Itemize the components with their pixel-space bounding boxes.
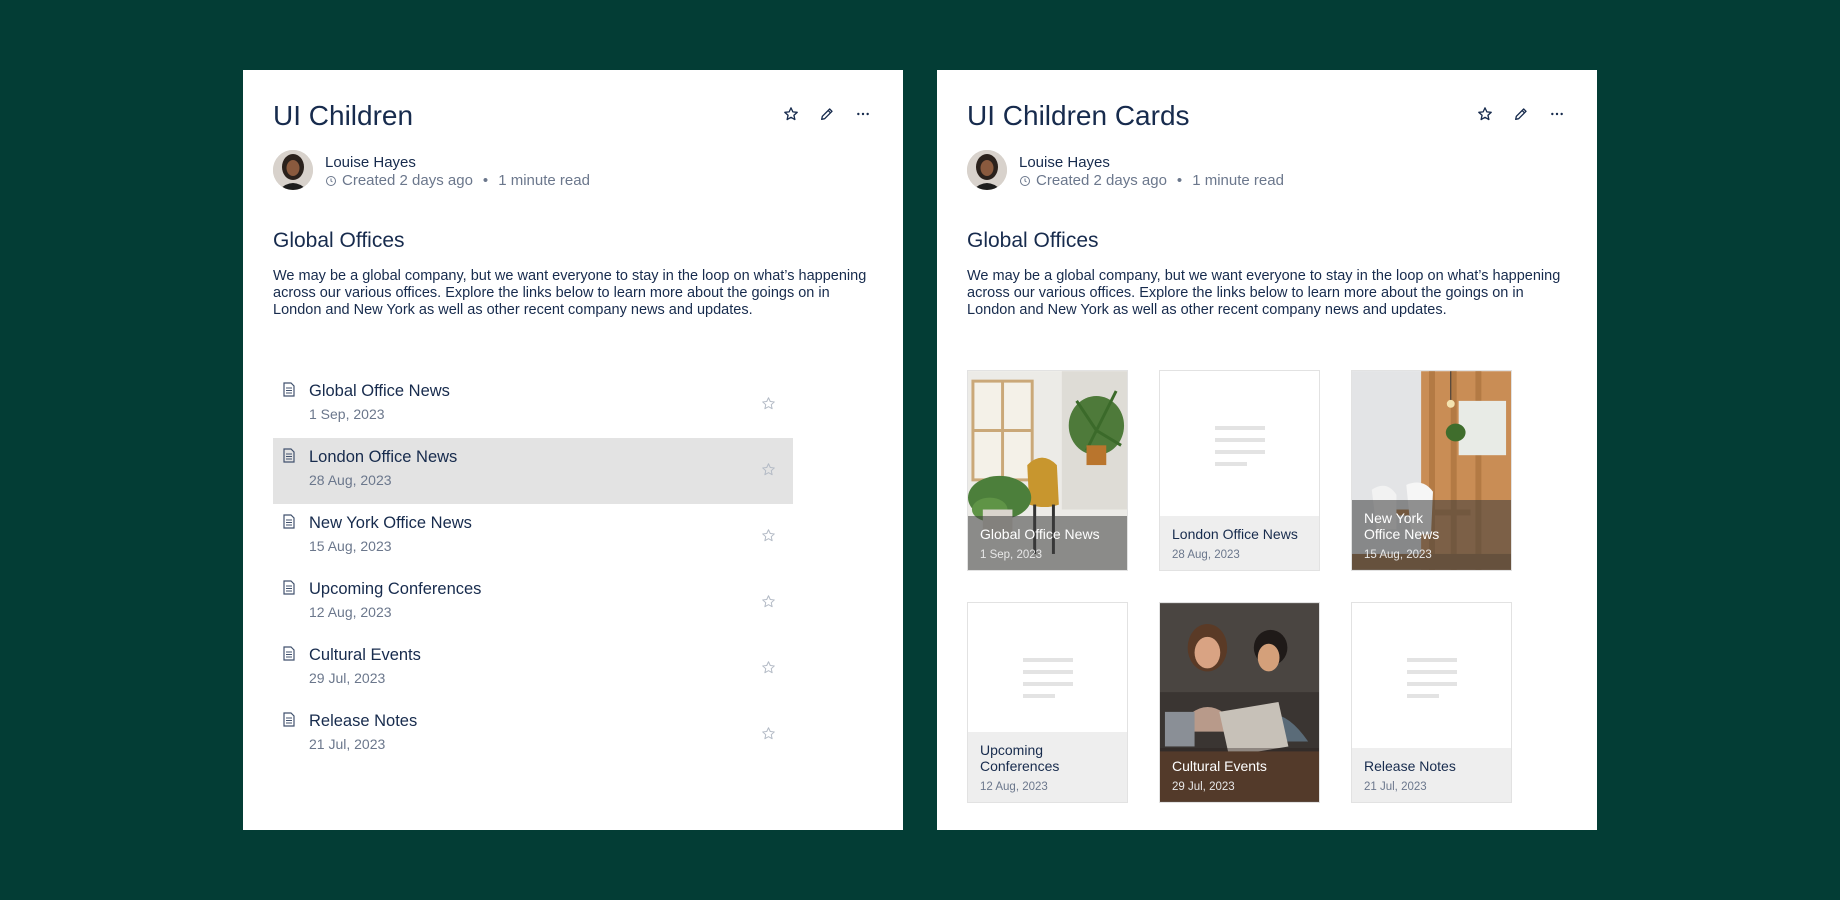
card-global-office-news[interactable]: Global Office News 1 Sep, 2023	[967, 370, 1128, 571]
pencil-icon	[821, 108, 833, 120]
read-time: 1 minute read	[498, 172, 590, 189]
list-item[interactable]: Release Notes 21 Jul, 2023	[273, 702, 793, 768]
card-title: Global Office News	[980, 526, 1100, 542]
list-item-date: 15 Aug, 2023	[309, 538, 392, 554]
list-item-title: Global Office News	[309, 382, 450, 400]
card-title: Cultural Events	[1172, 758, 1267, 774]
card-caption: New York Office News 15 Aug, 2023	[1352, 500, 1511, 570]
document-icon	[283, 514, 295, 529]
card-london-office-news[interactable]: London Office News 28 Aug, 2023	[1159, 370, 1320, 571]
list-item-date: 12 Aug, 2023	[309, 604, 392, 620]
document-icon	[283, 448, 295, 463]
list-item[interactable]: Upcoming Conferences 12 Aug, 2023	[273, 570, 793, 636]
star-button[interactable]	[781, 104, 801, 124]
document-icon	[283, 712, 295, 727]
document-icon	[283, 646, 295, 661]
page-title: UI Children Cards	[967, 100, 1190, 131]
more-button[interactable]	[853, 104, 873, 124]
card-release-notes[interactable]: Release Notes 21 Jul, 2023	[1351, 602, 1512, 803]
page-title: UI Children	[273, 100, 414, 131]
card-title: New York Office News	[1364, 510, 1440, 542]
star-icon[interactable]	[761, 660, 776, 675]
card-caption: Cultural Events 29 Jul, 2023	[1160, 748, 1319, 802]
star-icon[interactable]	[761, 462, 776, 477]
card-caption: London Office News 28 Aug, 2023	[1160, 516, 1319, 570]
list-item-date: 21 Jul, 2023	[309, 736, 386, 752]
card-date: 15 Aug, 2023	[1364, 549, 1432, 561]
more-icon	[1551, 112, 1563, 116]
star-icon[interactable]	[761, 528, 776, 543]
star-icon	[784, 107, 798, 121]
star-icon[interactable]	[761, 726, 776, 741]
read-time: 1 minute read	[1192, 172, 1284, 189]
list-item[interactable]: New York Office News 15 Aug, 2023	[273, 504, 793, 570]
avatar[interactable]	[273, 150, 313, 190]
clock-icon	[1020, 175, 1030, 186]
card-caption: Global Office News 1 Sep, 2023	[968, 516, 1127, 570]
list-item-title: Cultural Events	[309, 646, 421, 664]
card-title: Upcoming Conferences	[980, 742, 1060, 774]
card-date: 1 Sep, 2023	[980, 549, 1043, 561]
clock-icon	[326, 175, 336, 186]
placeholder-lines-icon	[1022, 658, 1073, 698]
more-icon	[857, 112, 869, 116]
placeholder-lines-icon	[1214, 426, 1265, 466]
card-cultural-events[interactable]: Cultural Events 29 Jul, 2023	[1159, 602, 1320, 803]
ui-children-page: UI Children Louise Hayes Created 2 days …	[243, 70, 903, 830]
list-item-date: 29 Jul, 2023	[309, 670, 386, 686]
author-name[interactable]: Louise Hayes	[1019, 154, 1110, 171]
list-item-title: Upcoming Conferences	[309, 580, 482, 598]
avatar[interactable]	[967, 150, 1007, 190]
edit-button[interactable]	[817, 104, 837, 124]
pencil-icon	[1515, 108, 1527, 120]
card-new-york-office-news[interactable]: New York Office News 15 Aug, 2023	[1351, 370, 1512, 571]
created-text: Created 2 days ago	[1036, 172, 1167, 189]
card-date: 29 Jul, 2023	[1172, 781, 1235, 793]
list-item-title: London Office News	[309, 448, 458, 466]
page-actions	[781, 104, 873, 124]
card-title: London Office News	[1172, 526, 1298, 542]
list-item[interactable]: London Office News 28 Aug, 2023	[273, 438, 793, 504]
list-item-title: New York Office News	[309, 514, 472, 532]
star-button[interactable]	[1475, 104, 1495, 124]
list-item-date: 1 Sep, 2023	[309, 406, 385, 422]
page-actions	[1475, 104, 1567, 124]
edit-button[interactable]	[1511, 104, 1531, 124]
card-upcoming-conferences[interactable]: Upcoming Conferences 12 Aug, 2023	[967, 602, 1128, 803]
card-title: Release Notes	[1364, 758, 1456, 774]
more-button[interactable]	[1547, 104, 1567, 124]
section-paragraph: We may be a global company, but we want …	[273, 268, 867, 318]
document-icon	[283, 580, 295, 595]
document-icon	[283, 382, 295, 397]
card-date: 28 Aug, 2023	[1172, 549, 1240, 561]
card-caption: Upcoming Conferences 12 Aug, 2023	[968, 732, 1127, 802]
list-item[interactable]: Cultural Events 29 Jul, 2023	[273, 636, 793, 702]
created-text: Created 2 days ago	[342, 172, 473, 189]
star-icon	[1478, 107, 1492, 121]
section-heading: Global Offices	[273, 229, 405, 252]
page-meta: Created 2 days ago • 1 minute read	[325, 172, 590, 189]
section-paragraph: We may be a global company, but we want …	[967, 268, 1561, 318]
star-icon[interactable]	[761, 396, 776, 411]
card-date: 21 Jul, 2023	[1364, 781, 1427, 793]
ui-children-cards-page: UI Children Cards Louise Hayes Created 2…	[937, 70, 1597, 830]
list-item[interactable]: Global Office News 1 Sep, 2023	[273, 372, 793, 438]
meta-separator: •	[482, 172, 489, 189]
section-heading: Global Offices	[967, 229, 1099, 252]
star-icon[interactable]	[761, 594, 776, 609]
list-item-date: 28 Aug, 2023	[309, 472, 392, 488]
placeholder-lines-icon	[1406, 658, 1457, 698]
card-date: 12 Aug, 2023	[980, 781, 1048, 793]
author-name[interactable]: Louise Hayes	[325, 154, 416, 171]
meta-separator: •	[1176, 172, 1183, 189]
card-caption: Release Notes 21 Jul, 2023	[1352, 748, 1511, 802]
list-item-title: Release Notes	[309, 712, 418, 730]
children-list: Global Office News 1 Sep, 2023 London Of…	[273, 372, 793, 768]
page-meta: Created 2 days ago • 1 minute read	[1019, 172, 1284, 189]
